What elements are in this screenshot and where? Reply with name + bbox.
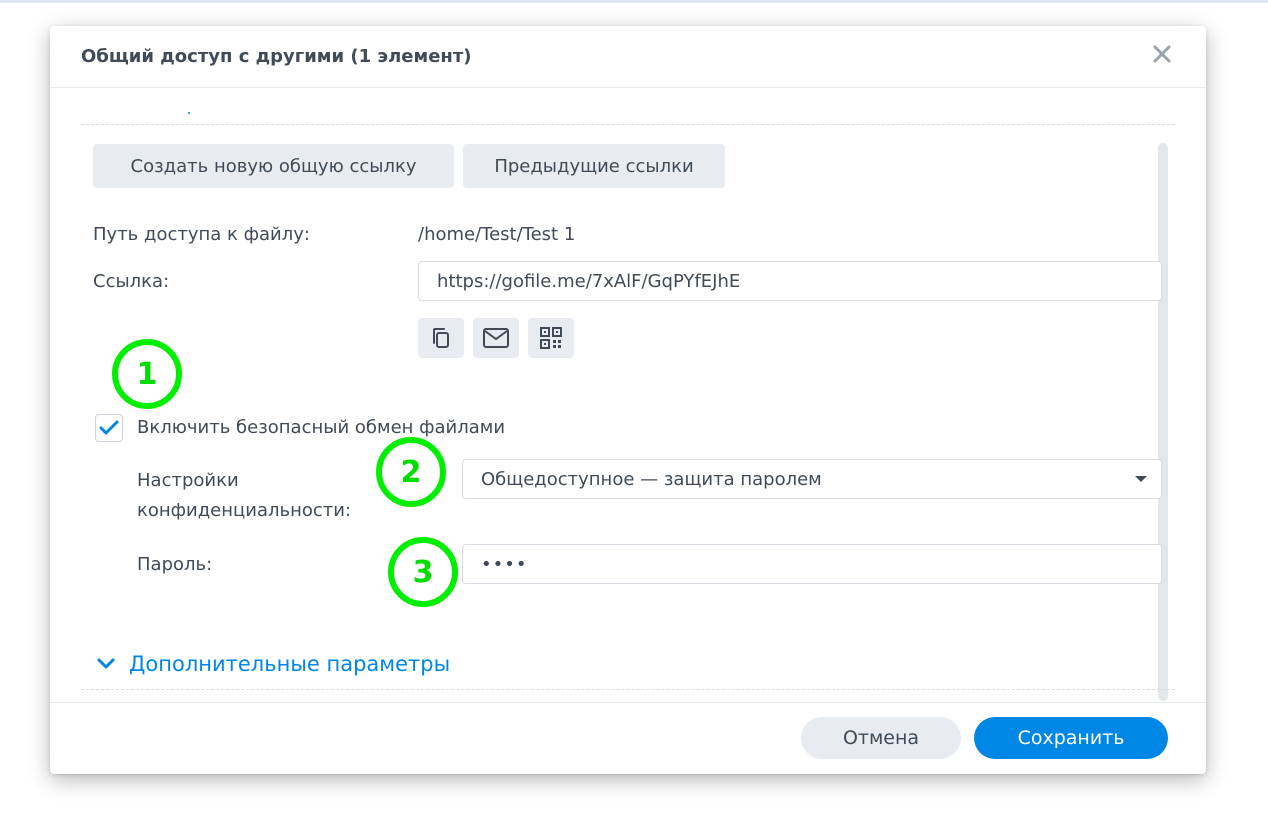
- mail-icon[interactable]: [473, 318, 519, 358]
- advanced-settings-toggle[interactable]: Дополнительные параметры: [95, 652, 450, 676]
- caret-down-icon: [1135, 476, 1147, 482]
- annotation-marker-3: 3: [388, 537, 458, 607]
- save-button[interactable]: Сохранить: [974, 717, 1168, 759]
- create-link-button[interactable]: Создать новую общую ссылку: [93, 144, 454, 188]
- file-path-value: /home/Test/Test 1: [418, 224, 576, 245]
- password-input[interactable]: ••••: [462, 544, 1162, 584]
- advanced-settings-label: Дополнительные параметры: [129, 652, 451, 676]
- bottom-dashed-divider: [81, 689, 1175, 690]
- qr-code-icon[interactable]: [528, 318, 574, 358]
- link-field[interactable]: https://gofile.me/7xAlF/GqPYfEJhE: [418, 261, 1162, 301]
- file-path-label: Путь доступа к файлу:: [93, 224, 310, 245]
- footer-divider: [50, 702, 1206, 703]
- close-icon[interactable]: [1148, 40, 1176, 68]
- secure-sharing-checkbox[interactable]: [95, 414, 123, 442]
- header-divider: [50, 87, 1206, 88]
- scrollbar[interactable]: [1158, 143, 1168, 701]
- privacy-select[interactable]: Общедоступное — защита паролем: [462, 459, 1162, 499]
- annotation-marker-2: 2: [376, 437, 446, 507]
- link-field-value: https://gofile.me/7xAlF/GqPYfEJhE: [437, 270, 741, 292]
- previous-links-button[interactable]: Предыдущие ссылки: [463, 144, 725, 188]
- privacy-label-line2: конфиденциальности:: [137, 500, 352, 521]
- link-label: Ссылка:: [93, 271, 170, 292]
- annotation-marker-1: 1: [112, 339, 182, 409]
- cancel-button[interactable]: Отмена: [801, 717, 961, 759]
- tab-indicator-dot: [188, 112, 190, 114]
- privacy-select-value: Общедоступное — защита паролем: [481, 468, 822, 490]
- copy-icon[interactable]: [418, 318, 464, 358]
- privacy-label-line1: Настройки: [137, 470, 239, 491]
- share-dialog: Общий доступ с другими (1 элемент) Созда…: [50, 26, 1206, 774]
- dialog-title: Общий доступ с другими (1 элемент): [81, 46, 472, 67]
- top-dashed-divider: [81, 124, 1175, 125]
- password-input-value: ••••: [481, 553, 528, 575]
- top-strip: [0, 0, 1268, 3]
- chevron-down-icon: [97, 658, 115, 669]
- password-label: Пароль:: [137, 554, 213, 575]
- secure-sharing-label: Включить безопасный обмен файлами: [137, 417, 506, 438]
